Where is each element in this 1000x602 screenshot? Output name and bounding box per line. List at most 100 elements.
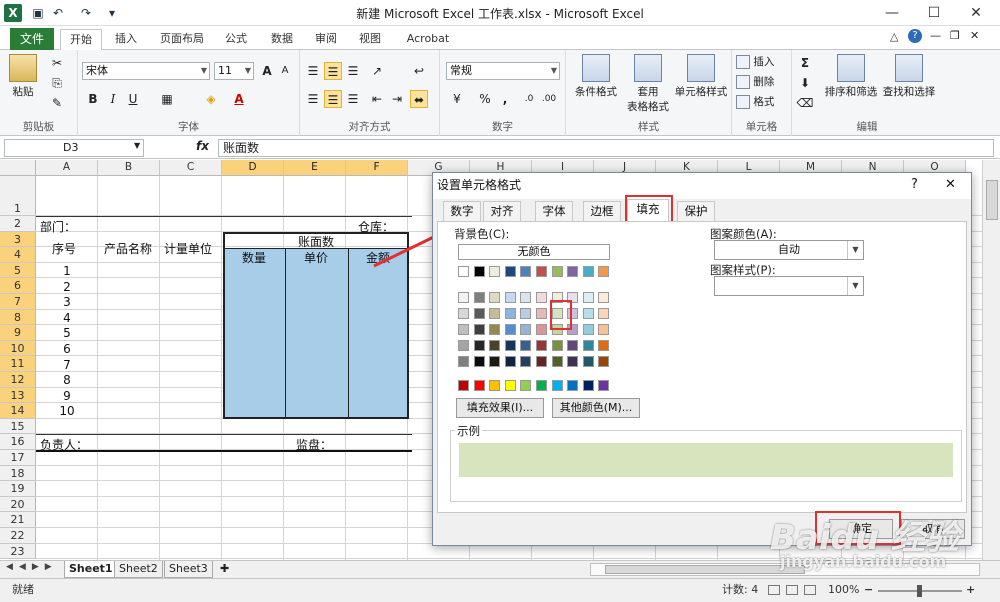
align-left-icon[interactable]: ☰: [304, 90, 322, 108]
zoom-out-button[interactable]: −: [864, 579, 873, 601]
wrap-text-icon[interactable]: ↩: [410, 62, 428, 80]
dlg-tab-number[interactable]: 数字: [443, 201, 481, 221]
color-swatch[interactable]: [504, 266, 516, 277]
color-swatch[interactable]: [520, 324, 532, 335]
sort-filter-button[interactable]: 排序和筛选: [822, 54, 880, 99]
row-header[interactable]: 9: [0, 325, 36, 341]
row-header[interactable]: 2: [0, 216, 36, 232]
color-swatch[interactable]: [504, 324, 516, 335]
color-swatch[interactable]: [489, 292, 501, 303]
cut-icon[interactable]: ✂: [48, 54, 66, 72]
row-header[interactable]: 13: [0, 387, 36, 404]
align-center-icon[interactable]: ☰: [324, 90, 342, 108]
color-swatch[interactable]: [567, 266, 579, 277]
color-swatch[interactable]: [458, 324, 469, 335]
column-header[interactable]: E: [284, 160, 346, 176]
insert-function-button[interactable]: fx: [196, 139, 209, 153]
color-swatch[interactable]: [598, 266, 610, 277]
column-header[interactable]: B: [98, 160, 160, 176]
shrink-font-button[interactable]: A: [276, 62, 294, 80]
currency-icon[interactable]: ¥: [448, 90, 466, 108]
column-header[interactable]: F: [346, 160, 408, 176]
dialog-help-button[interactable]: ?: [911, 173, 918, 197]
color-swatch[interactable]: [551, 340, 563, 351]
minimize-button[interactable]: —: [872, 2, 912, 24]
color-swatch[interactable]: [473, 380, 485, 391]
page-break-view-icon[interactable]: [804, 585, 816, 595]
row-header[interactable]: 14: [0, 403, 36, 419]
decrease-indent-icon[interactable]: ⇤: [368, 90, 386, 108]
row-header[interactable]: 4: [0, 247, 36, 263]
column-header[interactable]: D: [222, 160, 284, 176]
close-button[interactable]: ✕: [956, 2, 996, 24]
more-colors-button[interactable]: 其他颜色(M)...: [552, 398, 640, 418]
row-header[interactable]: 22: [0, 528, 36, 544]
bold-button[interactable]: B: [84, 90, 102, 108]
color-swatch[interactable]: [582, 266, 594, 277]
sheet-tab-2[interactable]: Sheet2: [114, 561, 163, 578]
color-swatch[interactable]: [551, 380, 563, 391]
decrease-decimal-icon[interactable]: .00: [540, 90, 558, 108]
row-header[interactable]: 1: [0, 176, 36, 216]
color-swatch[interactable]: [567, 340, 579, 351]
pattern-style-select[interactable]: ▼: [714, 276, 864, 296]
color-swatch[interactable]: [520, 380, 532, 391]
hscroll-thumb[interactable]: [605, 565, 805, 574]
column-header[interactable]: A: [36, 160, 98, 176]
row-header[interactable]: 6: [0, 278, 36, 294]
merge-center-icon[interactable]: ⬌: [410, 90, 428, 108]
tab-file[interactable]: 文件: [10, 28, 54, 50]
borders-icon[interactable]: ▦: [158, 90, 176, 108]
color-swatch[interactable]: [536, 380, 547, 391]
color-swatch[interactable]: [598, 340, 610, 351]
align-bottom-icon[interactable]: ☰: [344, 62, 362, 80]
dlg-tab-protection[interactable]: 保护: [677, 201, 715, 221]
color-swatch[interactable]: [473, 266, 485, 277]
row-header[interactable]: 11: [0, 356, 36, 372]
number-format-select[interactable]: 常规 ▼: [446, 62, 560, 80]
sheet-tab-1[interactable]: Sheet1: [64, 561, 118, 578]
fill-color-icon[interactable]: ◈: [202, 90, 220, 108]
color-swatch[interactable]: [582, 380, 594, 391]
tab-insert[interactable]: 插入: [106, 29, 146, 50]
formula-input[interactable]: 账面数: [218, 139, 994, 157]
color-swatch[interactable]: [520, 340, 532, 351]
row-header[interactable]: 23: [0, 543, 36, 560]
fill-icon[interactable]: ⬇: [796, 74, 814, 92]
color-swatch[interactable]: [598, 380, 610, 391]
font-name-select[interactable]: 宋体 ▼: [82, 62, 210, 80]
scroll-thumb[interactable]: [986, 180, 998, 220]
color-swatch[interactable]: [473, 356, 485, 367]
normal-view-icon[interactable]: [768, 585, 780, 595]
color-swatch[interactable]: [489, 308, 501, 319]
color-swatch[interactable]: [489, 324, 501, 335]
page-layout-view-icon[interactable]: [786, 585, 798, 595]
pattern-color-select[interactable]: 自动 ▼: [714, 240, 864, 260]
zoom-level[interactable]: 100%: [828, 579, 859, 601]
italic-button[interactable]: I: [104, 90, 122, 108]
paste-button[interactable]: 粘贴: [8, 54, 38, 99]
insert-cells-button[interactable]: 插入: [736, 54, 774, 69]
align-top-icon[interactable]: ☰: [304, 62, 322, 80]
color-swatch[interactable]: [504, 380, 516, 391]
color-swatch[interactable]: [458, 380, 469, 391]
orientation-icon[interactable]: ↗: [368, 62, 386, 80]
vertical-scrollbar[interactable]: [982, 160, 1000, 560]
color-swatch[interactable]: [598, 308, 610, 319]
autosum-button[interactable]: Σ: [796, 54, 814, 72]
color-swatch[interactable]: [473, 308, 485, 319]
color-swatch[interactable]: [473, 324, 485, 335]
select-all-corner[interactable]: [0, 160, 36, 176]
color-swatch[interactable]: [582, 308, 594, 319]
color-swatch[interactable]: [489, 356, 501, 367]
tab-review[interactable]: 审阅: [308, 29, 344, 50]
row-header[interactable]: 20: [0, 496, 36, 513]
color-swatch[interactable]: [458, 266, 469, 277]
insert-sheet-icon[interactable]: ✚: [220, 562, 229, 575]
dialog-close-button[interactable]: ✕: [945, 173, 956, 197]
customize-qat-icon[interactable]: ▾: [104, 5, 120, 21]
color-swatch[interactable]: [489, 380, 501, 391]
color-swatch[interactable]: [489, 340, 501, 351]
row-header[interactable]: 18: [0, 465, 36, 482]
format-painter-icon[interactable]: ✎: [48, 94, 66, 112]
